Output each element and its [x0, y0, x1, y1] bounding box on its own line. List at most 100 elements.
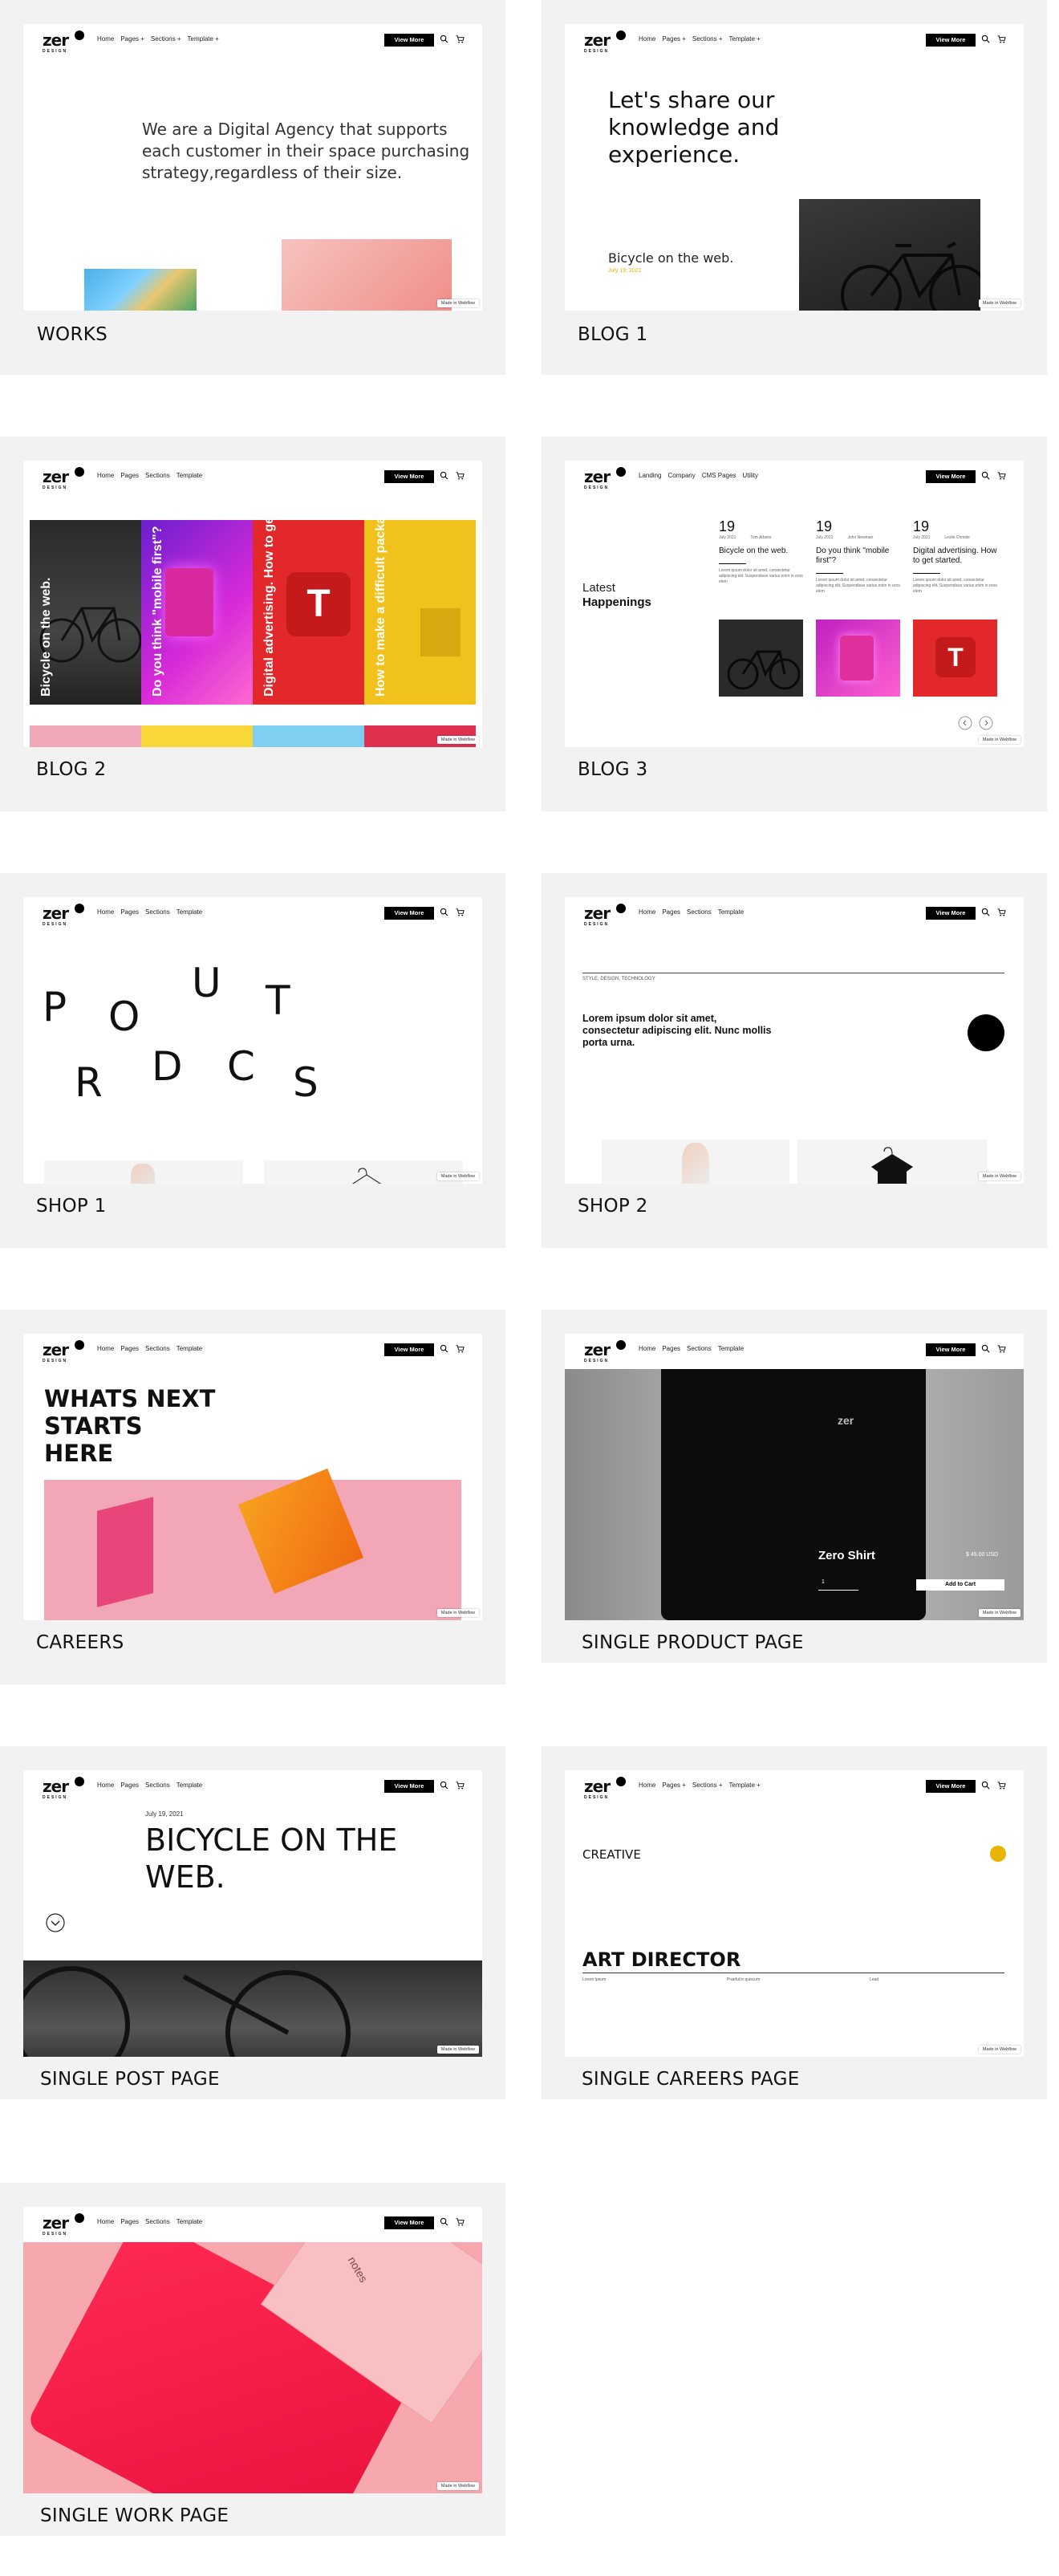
- nav-link[interactable]: Pages +: [120, 35, 144, 43]
- add-to-cart-button[interactable]: Add to Cart: [916, 1579, 1004, 1591]
- nav-link[interactable]: Home: [639, 1345, 655, 1352]
- view-more-button[interactable]: View More: [926, 1343, 976, 1356]
- view-more-button[interactable]: View More: [384, 34, 434, 47]
- post-image-tesla[interactable]: T: [913, 620, 997, 697]
- nav-link[interactable]: Home: [97, 472, 114, 479]
- webflow-badge[interactable]: Made in Webflow: [978, 2046, 1020, 2054]
- product-thumbnail[interactable]: [44, 1160, 243, 1184]
- nav-link[interactable]: Utility: [742, 472, 758, 479]
- nav-link[interactable]: Pages: [662, 1345, 680, 1352]
- nav-link[interactable]: Template: [176, 472, 202, 479]
- card-shop-2[interactable]: zer DESIGN Home Pages Sections Template View…: [542, 873, 1047, 1248]
- search-icon[interactable]: [440, 1781, 448, 1790]
- logo[interactable]: zer DESIGN: [584, 1340, 632, 1366]
- nav-link[interactable]: Pages: [120, 2218, 139, 2225]
- product-thumbnail[interactable]: [264, 1160, 463, 1184]
- single-careers-screenshot[interactable]: zer DESIGN Home Pages + Sections + Template …: [565, 1770, 1024, 2057]
- works-screenshot[interactable]: zer DESIGN Home Pages + Sections + Template …: [23, 24, 482, 311]
- search-icon[interactable]: [981, 1781, 990, 1790]
- blog-tile-packaging[interactable]: How to make a difficult packaging.: [364, 486, 476, 705]
- search-icon[interactable]: [981, 908, 990, 916]
- search-icon[interactable]: [440, 2217, 448, 2226]
- search-icon[interactable]: [440, 908, 448, 916]
- card-single-work[interactable]: zer DESIGN Home Pages Sections Template View…: [0, 2183, 505, 2536]
- cart-icon[interactable]: [455, 908, 465, 916]
- webflow-badge[interactable]: Made in Webflow: [436, 2482, 479, 2490]
- shop1-screenshot[interactable]: zer DESIGN Home Pages Sections Template View…: [23, 897, 482, 1184]
- search-icon[interactable]: [440, 471, 448, 480]
- single-post-screenshot[interactable]: zer DESIGN Home Pages Sections Template View…: [23, 1770, 482, 2057]
- nav-link[interactable]: Template +: [729, 1782, 761, 1789]
- view-more-button[interactable]: View More: [926, 470, 976, 483]
- view-more-button[interactable]: View More: [926, 1780, 976, 1793]
- nav-link[interactable]: Home: [97, 1782, 114, 1789]
- logo[interactable]: zer DESIGN: [43, 904, 91, 929]
- card-shop-1[interactable]: zer DESIGN Home Pages Sections Template View…: [0, 873, 505, 1248]
- cart-icon[interactable]: [996, 471, 1006, 480]
- logo[interactable]: zer DESIGN: [584, 30, 632, 56]
- webflow-badge[interactable]: Made in Webflow: [436, 2046, 479, 2054]
- cart-icon[interactable]: [455, 1344, 465, 1353]
- webflow-badge[interactable]: Made in Webflow: [978, 736, 1020, 744]
- webflow-badge[interactable]: Made in Webflow: [978, 1172, 1020, 1180]
- nav-link[interactable]: Pages: [120, 1345, 139, 1352]
- webflow-badge[interactable]: Made in Webflow: [436, 736, 479, 744]
- nav-link[interactable]: Template +: [188, 35, 219, 43]
- post-title[interactable]: Digital advertising. How to get started.: [913, 546, 1001, 566]
- logo[interactable]: zer DESIGN: [43, 1340, 91, 1366]
- card-blog-3[interactable]: zer DESIGN Landing Company CMS Pages Utility…: [542, 437, 1047, 811]
- view-more-button[interactable]: View More: [926, 34, 976, 47]
- nav-link[interactable]: Home: [639, 1782, 655, 1789]
- nav-link[interactable]: Home: [639, 908, 655, 916]
- search-icon[interactable]: [981, 471, 990, 480]
- work-thumbnail-pink[interactable]: [282, 239, 452, 311]
- nav-link[interactable]: Template: [718, 1345, 744, 1352]
- post-image-mobile[interactable]: [816, 620, 900, 697]
- nav-link[interactable]: Template: [176, 1345, 202, 1352]
- single-product-screenshot[interactable]: zer DESIGN Home Pages Sections Template View…: [565, 1334, 1024, 1620]
- nav-link[interactable]: Template +: [729, 35, 761, 43]
- webflow-badge[interactable]: Made in Webflow: [978, 1609, 1020, 1617]
- nav-link[interactable]: Template: [718, 908, 744, 916]
- search-icon[interactable]: [440, 1344, 448, 1353]
- view-more-button[interactable]: View More: [384, 2216, 434, 2229]
- nav-link[interactable]: Sections +: [151, 35, 181, 43]
- logo[interactable]: zer DESIGN: [584, 904, 632, 929]
- webflow-badge[interactable]: Made in Webflow: [436, 1172, 479, 1180]
- blog-post-card[interactable]: 19 July 2021 John Newman Do you think "mo…: [816, 518, 904, 697]
- view-more-button[interactable]: View More: [926, 907, 976, 920]
- nav-link[interactable]: Home: [97, 2218, 114, 2225]
- cart-icon[interactable]: [455, 1781, 465, 1790]
- cart-icon[interactable]: [996, 1344, 1006, 1353]
- nav-link[interactable]: Sections +: [692, 1782, 723, 1789]
- shop2-screenshot[interactable]: zer DESIGN Home Pages Sections Template View…: [565, 897, 1024, 1184]
- cart-icon[interactable]: [996, 908, 1006, 916]
- nav-link[interactable]: Landing: [639, 472, 661, 479]
- card-works[interactable]: zer DESIGN Home Pages + Sections + Template …: [0, 0, 505, 375]
- card-blog-1[interactable]: zer DESIGN Home Pages + Sections + Template …: [542, 0, 1047, 375]
- nav-link[interactable]: Sections: [145, 472, 170, 479]
- cart-icon[interactable]: [455, 35, 465, 43]
- nav-link[interactable]: Sections: [687, 908, 712, 916]
- card-single-post[interactable]: zer DESIGN Home Pages Sections Template View…: [0, 1746, 505, 2099]
- nav-link[interactable]: Home: [97, 1345, 114, 1352]
- nav-link[interactable]: Pages: [662, 908, 680, 916]
- nav-link[interactable]: Sections: [145, 908, 170, 916]
- nav-link[interactable]: CMS Pages: [702, 472, 736, 479]
- cart-icon[interactable]: [455, 2217, 465, 2226]
- card-blog-2[interactable]: zer DESIGN Home Pages Sections Template View…: [0, 437, 505, 811]
- product-thumbnail[interactable]: [602, 1140, 789, 1184]
- nav-link[interactable]: Sections: [145, 1782, 170, 1789]
- webflow-badge[interactable]: Made in Webflow: [436, 299, 479, 307]
- webflow-badge[interactable]: Made in Webflow: [978, 299, 1020, 307]
- view-more-button[interactable]: View More: [384, 1780, 434, 1793]
- card-single-careers[interactable]: zer DESIGN Home Pages + Sections + Template …: [542, 1746, 1047, 2099]
- nav-link[interactable]: Pages +: [662, 1782, 686, 1789]
- search-icon[interactable]: [981, 1344, 990, 1353]
- logo[interactable]: zer DESIGN: [43, 2213, 91, 2239]
- cart-icon[interactable]: [996, 35, 1006, 43]
- nav-link[interactable]: Template: [176, 1782, 202, 1789]
- search-icon[interactable]: [440, 35, 448, 43]
- single-work-screenshot[interactable]: zer DESIGN Home Pages Sections Template View…: [23, 2207, 482, 2493]
- nav-link[interactable]: Sections: [687, 1345, 712, 1352]
